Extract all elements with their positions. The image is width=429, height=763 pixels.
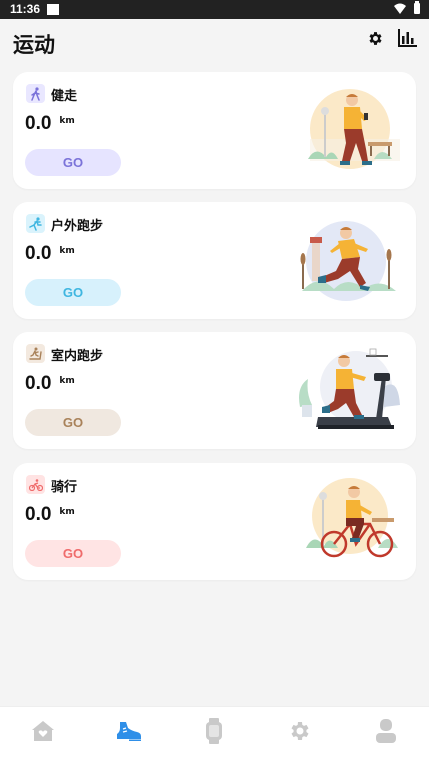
- go-button[interactable]: GO: [25, 279, 121, 306]
- outdoor-running-card[interactable]: 户外跑步 0.0 km GO: [13, 202, 416, 319]
- gear-icon: [291, 722, 309, 740]
- page-title: 运动: [13, 33, 55, 57]
- go-button[interactable]: GO: [25, 540, 121, 567]
- cycling-illustration: [306, 478, 398, 558]
- stats-icon[interactable]: [395, 26, 419, 50]
- wifi-icon: [394, 3, 406, 14]
- distance-value: 0.0: [25, 373, 52, 394]
- walking-illustration: [308, 89, 400, 169]
- nav-settings[interactable]: [285, 716, 315, 746]
- card-title: 户外跑步: [51, 219, 104, 234]
- home-icon: [32, 721, 54, 741]
- walking-card[interactable]: 健走 0.0 km GO: [13, 72, 416, 189]
- walking-icon: [26, 84, 45, 103]
- bottom-nav: [0, 706, 429, 763]
- nav-home[interactable]: [28, 716, 58, 746]
- distance-unit: km: [59, 116, 75, 126]
- treadmill-icon: [26, 344, 45, 363]
- cycling-icon: [26, 475, 45, 494]
- running-illustration: [300, 221, 396, 301]
- card-title: 骑行: [51, 480, 78, 495]
- notification-icon: [47, 4, 59, 15]
- card-title: 健走: [51, 89, 78, 104]
- distance-unit: km: [59, 376, 75, 386]
- go-button[interactable]: GO: [25, 409, 121, 436]
- distance-readout: 0.0 km: [25, 113, 75, 135]
- battery-icon: [414, 1, 420, 14]
- card-title: 室内跑步: [51, 349, 104, 364]
- cycling-card[interactable]: 骑行 0.0 km GO: [13, 463, 416, 580]
- go-button[interactable]: GO: [25, 149, 121, 176]
- treadmill-illustration: [299, 348, 400, 429]
- distance-value: 0.0: [25, 113, 52, 134]
- distance-readout: 0.0 km: [25, 243, 75, 265]
- nav-device[interactable]: [199, 716, 229, 746]
- nav-profile[interactable]: [371, 716, 401, 746]
- running-shoe-icon: [117, 722, 141, 741]
- indoor-running-card[interactable]: 室内跑步 0.0 km GO: [13, 332, 416, 449]
- status-time: 11:36: [10, 2, 41, 16]
- profile-icon: [376, 719, 396, 743]
- distance-value: 0.0: [25, 243, 52, 264]
- distance-unit: km: [59, 507, 75, 517]
- settings-icon[interactable]: [363, 26, 387, 50]
- distance-value: 0.0: [25, 504, 52, 525]
- watch-icon: [206, 718, 222, 744]
- running-icon: [26, 214, 45, 233]
- distance-readout: 0.0 km: [25, 504, 75, 526]
- distance-readout: 0.0 km: [25, 373, 75, 395]
- distance-unit: km: [59, 246, 75, 256]
- nav-sport[interactable]: [114, 716, 144, 746]
- status-bar: 11:36: [0, 0, 429, 19]
